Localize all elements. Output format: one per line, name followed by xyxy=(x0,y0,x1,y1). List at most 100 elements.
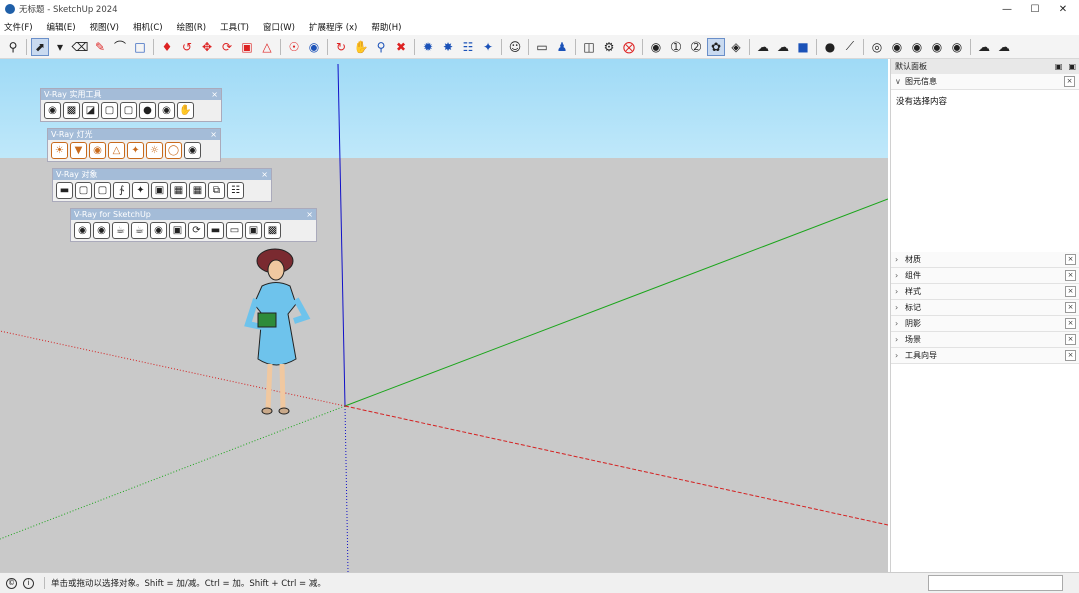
pencil-icon[interactable]: ✎ xyxy=(91,38,109,56)
close-icon[interactable]: × xyxy=(210,129,217,140)
follow-me-icon[interactable]: ↺ xyxy=(178,38,196,56)
material-lib-icon[interactable]: ◉ xyxy=(44,102,61,119)
menu-edit[interactable]: 编辑(E) xyxy=(47,21,76,33)
sphere-icon[interactable]: ● xyxy=(139,102,156,119)
frame-buffer-icon[interactable]: ▣ xyxy=(169,222,186,239)
batch-render-icon[interactable]: ◉ xyxy=(150,222,167,239)
minimize-button[interactable]: — xyxy=(993,0,1021,18)
section-components[interactable]: › 组件 × xyxy=(891,268,1079,284)
vray-objects-header[interactable]: V-Ray 对象 × xyxy=(53,169,271,180)
close-icon[interactable]: × xyxy=(306,209,313,220)
info-icon[interactable]: i xyxy=(23,577,34,589)
mesh-clipper-icon[interactable]: ▣ xyxy=(151,182,168,199)
layout-icon[interactable]: ☷ xyxy=(459,38,477,56)
diagonal-tool-icon[interactable]: ⟋ xyxy=(841,38,859,56)
orbit-icon[interactable]: ↻ xyxy=(332,38,350,56)
person-icon[interactable]: ♟ xyxy=(553,38,571,56)
pin-icon[interactable]: ▣ xyxy=(1055,59,1063,74)
rect-light-icon[interactable]: ☀ xyxy=(51,142,68,159)
close-icon[interactable]: ▣ xyxy=(1068,59,1076,74)
vray-lights-header[interactable]: V-Ray 灯光 × xyxy=(48,129,220,140)
extension-manager-icon[interactable]: ✦ xyxy=(479,38,497,56)
infinite-plane-icon[interactable]: ▬ xyxy=(56,182,73,199)
camera-icon[interactable]: ◉ xyxy=(908,38,926,56)
tape-measure-icon[interactable]: ☉ xyxy=(285,38,303,56)
extension-warehouse-icon[interactable]: ✸ xyxy=(439,38,457,56)
vray-sketchup-header[interactable]: V-Ray for SketchUp × xyxy=(71,209,316,220)
rotate-icon[interactable]: ⟳ xyxy=(218,38,236,56)
eraser-icon[interactable]: ⌫ xyxy=(71,38,89,56)
close-icon[interactable]: × xyxy=(1065,318,1076,329)
settings-gear-icon[interactable]: ⚙ xyxy=(600,38,618,56)
safe-frame-icon[interactable]: ▭ xyxy=(226,222,243,239)
teapot-icon[interactable]: ☕ xyxy=(112,222,129,239)
close-icon[interactable]: × xyxy=(1065,286,1076,297)
proxy-export-icon[interactable]: ▢ xyxy=(75,182,92,199)
geo-location-icon[interactable]: © xyxy=(6,577,17,589)
cube-icon[interactable]: ▢ xyxy=(101,102,118,119)
warehouse-icon[interactable]: ✹ xyxy=(419,38,437,56)
cloud-share-icon[interactable]: ☁ xyxy=(995,38,1013,56)
scatter-icon[interactable]: ✦ xyxy=(132,182,149,199)
material-sphere-icon[interactable]: ◈ xyxy=(727,38,745,56)
open-folder-icon[interactable]: ◫ xyxy=(580,38,598,56)
cloud-render-icon[interactable]: ■ xyxy=(794,38,812,56)
close-icon[interactable]: × xyxy=(211,89,218,100)
menu-file[interactable]: 文件(F) xyxy=(4,21,33,33)
lock-icon[interactable]: ▩ xyxy=(264,222,281,239)
render-icon[interactable]: ◉ xyxy=(647,38,665,56)
render-interactive-icon[interactable]: ◉ xyxy=(93,222,110,239)
menu-camera[interactable]: 相机(C) xyxy=(133,21,163,33)
cloud-sync-icon[interactable]: ☁ xyxy=(975,38,993,56)
drop-icon[interactable]: ✿ xyxy=(707,37,725,56)
measurements-box[interactable] xyxy=(928,575,1063,591)
stop-icon[interactable]: ⨂ xyxy=(620,38,638,56)
sphere-light-icon[interactable]: ◉ xyxy=(89,142,106,159)
render-50-icon[interactable]: ➀ xyxy=(667,38,685,56)
drawing-viewport[interactable]: V-Ray 实用工具 × ◉ ▩ ◪ ▢ ▢ ● ◉ ✋ V-Ray 灯光 × ☀ … xyxy=(0,59,888,572)
texture-icon[interactable]: ▩ xyxy=(63,102,80,119)
scale-icon[interactable]: ▣ xyxy=(238,38,256,56)
frame-buffer-icon[interactable]: ◉ xyxy=(948,38,966,56)
render-75-icon[interactable]: ➁ xyxy=(687,38,705,56)
hand-cube-icon[interactable]: ✋ xyxy=(177,102,194,119)
close-icon[interactable]: × xyxy=(1065,302,1076,313)
section-tags[interactable]: › 标记 × xyxy=(891,300,1079,316)
dropdown-arrow-icon[interactable]: ▾ xyxy=(51,38,69,56)
dimension-icon[interactable]: ◎ xyxy=(868,38,886,56)
menu-help[interactable]: 帮助(H) xyxy=(371,21,401,33)
camera-tool-icon[interactable]: ▬ xyxy=(207,222,224,239)
offset-icon[interactable]: △ xyxy=(258,38,276,56)
section-icon[interactable]: ◉ xyxy=(888,38,906,56)
omni-light-icon[interactable]: ✦ xyxy=(127,142,144,159)
copy-icon[interactable]: ⧉ xyxy=(208,182,225,199)
menu-draw[interactable]: 绘图(R) xyxy=(177,21,207,33)
light-mix-icon[interactable]: ⟳ xyxy=(188,222,205,239)
new-file-icon[interactable]: ▭ xyxy=(533,38,551,56)
menu-extensions[interactable]: 扩展程序 (x) xyxy=(309,21,357,33)
close-icon[interactable]: × xyxy=(261,169,268,180)
mesh-light-icon[interactable]: ◉ xyxy=(184,142,201,159)
box-icon[interactable]: ▢ xyxy=(120,102,137,119)
menu-view[interactable]: 视图(V) xyxy=(90,21,119,33)
close-icon[interactable]: × xyxy=(1065,254,1076,265)
dome-light-icon[interactable]: ◯ xyxy=(165,142,182,159)
rectangle-tool-icon[interactable]: □ xyxy=(131,38,149,56)
maximize-button[interactable]: ☐ xyxy=(1021,0,1049,18)
menu-tools[interactable]: 工具(T) xyxy=(220,21,249,33)
section-entity-info[interactable]: ∨ 图元信息 × xyxy=(891,74,1079,90)
select-tool-icon[interactable]: ⬈ xyxy=(31,37,49,56)
cloud-upload-icon[interactable]: ☁ xyxy=(774,38,792,56)
section-shadows[interactable]: › 阴影 × xyxy=(891,316,1079,332)
vray-utilities-header[interactable]: V-Ray 实用工具 × xyxy=(41,89,221,100)
render-region-icon[interactable]: ◉ xyxy=(928,38,946,56)
asset-editor-icon[interactable]: ◉ xyxy=(74,222,91,239)
decal-icon[interactable]: ▦ xyxy=(170,182,187,199)
close-icon[interactable]: × xyxy=(1064,76,1075,87)
close-icon[interactable]: × xyxy=(1065,270,1076,281)
spot-light-icon[interactable]: ▼ xyxy=(70,142,87,159)
zoom-icon[interactable]: ⚲ xyxy=(372,38,390,56)
close-icon[interactable]: × xyxy=(1065,350,1076,361)
ies-light-icon[interactable]: △ xyxy=(108,142,125,159)
viewport-render-icon[interactable]: ▣ xyxy=(245,222,262,239)
